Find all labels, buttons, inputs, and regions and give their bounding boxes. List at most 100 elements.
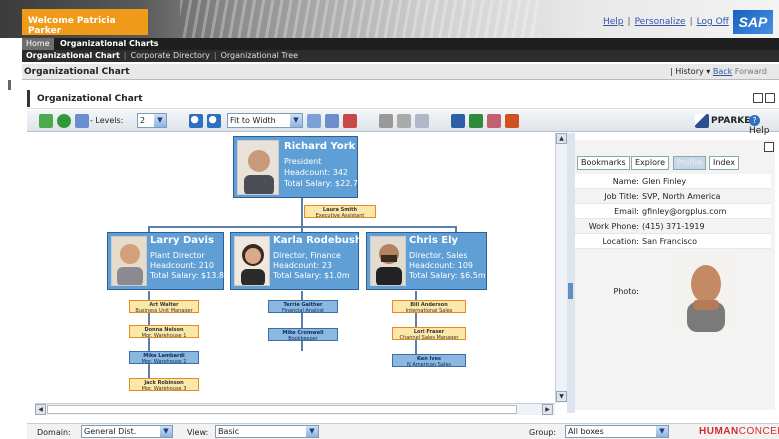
photo-label: Photo: xyxy=(613,287,639,296)
field-label: Location: xyxy=(602,237,639,246)
report-node[interactable]: Bill Anderson International Sales xyxy=(392,300,466,313)
field-label: Work Phone: xyxy=(588,222,639,231)
group-select[interactable]: All boxes ▼ xyxy=(565,425,669,438)
levels-value: 2 xyxy=(140,116,146,125)
chart-toolbar: - Levels: 2 ▼ Fit to Width ▼ PPARKER ? H… xyxy=(27,110,779,136)
org-node-manager[interactable]: Karla Rodebush Director, Finance Headcou… xyxy=(230,232,362,290)
scroll-down-icon[interactable]: ▼ xyxy=(556,391,567,402)
view-label: View: xyxy=(187,428,209,437)
report-node[interactable]: Donna Nelson Mgr. Warehouse 1 xyxy=(129,325,199,338)
zoom-in-icon[interactable] xyxy=(189,114,203,128)
forward-link[interactable]: Forward xyxy=(735,67,767,76)
log-off-link[interactable]: Log Off xyxy=(697,17,729,27)
report-node[interactable]: Art Walter Business Unit Manager xyxy=(129,300,199,313)
pan-icon[interactable] xyxy=(307,114,321,128)
levels-select[interactable]: 2 ▼ xyxy=(137,113,167,128)
export-icon[interactable] xyxy=(415,114,429,128)
stop-icon[interactable] xyxy=(343,114,357,128)
report-node[interactable]: Ken Ives N American Sales xyxy=(392,354,466,367)
view-select[interactable]: Basic ▼ xyxy=(215,425,319,438)
user-icon xyxy=(695,114,709,128)
profile-row-work-phone: Work Phone: (415) 371-1919 xyxy=(575,219,771,234)
help-icon: ? xyxy=(749,115,760,126)
node-title: Director, Finance xyxy=(273,251,341,260)
report-node[interactable]: Mike Lambardi Mgr. Warehouse 2 xyxy=(129,351,199,364)
node-title: President xyxy=(284,157,322,166)
node-headcount: Headcount: 109 xyxy=(409,261,473,270)
minimize-icon[interactable] xyxy=(753,93,763,103)
org-node-manager[interactable]: Chris Ely Director, Sales Headcount: 109… xyxy=(366,232,487,290)
chart-icon[interactable] xyxy=(487,114,501,128)
subnav-corporate-directory[interactable]: Corporate Directory xyxy=(130,51,209,60)
subnav-organizational-tree[interactable]: Organizational Tree xyxy=(221,51,298,60)
personalize-link[interactable]: Personalize xyxy=(635,17,686,27)
horizontal-scrollbar[interactable]: ◀ ▶ xyxy=(35,403,555,415)
top-banner: Welcome Patricia Parker Help | Personalize… xyxy=(0,0,779,38)
panel-splitter[interactable] xyxy=(567,133,575,413)
chevron-down-icon: ▼ xyxy=(160,426,172,437)
close-icon[interactable] xyxy=(764,142,774,152)
field-value: SVP, North America xyxy=(642,192,721,201)
help-button[interactable]: ? Help xyxy=(749,115,779,136)
print-preview-icon[interactable] xyxy=(397,114,411,128)
mini-role: International Sales xyxy=(405,308,453,313)
field-label: Name: xyxy=(612,177,639,186)
scroll-left-icon[interactable]: ◀ xyxy=(35,404,46,415)
view-value: Basic xyxy=(218,427,240,436)
mini-role: Mgr. Warehouse 3 xyxy=(141,386,187,391)
report-node[interactable]: Mike Cromwell Bookkeeper xyxy=(268,328,338,341)
subnav-organizational-chart[interactable]: Organizational Chart xyxy=(26,51,120,60)
mini-role: Mgr. Warehouse 1 xyxy=(141,333,187,338)
history-menu[interactable]: History xyxy=(675,67,703,76)
sub-navigation: Organizational Chart | Corporate Directory… xyxy=(22,50,779,62)
mini-role: Business Unit Manager xyxy=(135,308,193,313)
node-headcount: Headcount: 23 xyxy=(273,261,332,270)
tab-bookmarks[interactable]: Bookmarks xyxy=(577,156,630,170)
zoom-select[interactable]: Fit to Width ▼ xyxy=(227,113,303,128)
mini-role: Financial Analyst xyxy=(281,308,325,313)
save-icon[interactable] xyxy=(451,114,465,128)
scroll-up-icon[interactable]: ▲ xyxy=(556,133,567,144)
help-link[interactable]: Help xyxy=(603,17,624,27)
profile-row-location: Location: San Francisco xyxy=(575,234,771,249)
select-icon[interactable] xyxy=(325,114,339,128)
report-node[interactable]: Terrie Gaither Financial Analyst xyxy=(268,300,338,313)
excel-icon[interactable] xyxy=(469,114,483,128)
org-icon[interactable] xyxy=(39,114,53,128)
tab-explore[interactable]: Explore xyxy=(631,156,670,170)
splitter-grip[interactable] xyxy=(568,283,573,299)
tab-index[interactable]: Index xyxy=(709,156,740,170)
welcome-message: Welcome Patricia Parker xyxy=(22,9,148,36)
chevron-down-icon: ▼ xyxy=(306,426,318,437)
tab-profile[interactable]: Profile xyxy=(673,156,706,170)
tab-organizational-charts[interactable]: Organizational Charts xyxy=(54,38,165,50)
up-level-icon[interactable] xyxy=(57,114,71,128)
scroll-thumb[interactable] xyxy=(47,405,517,414)
powerpoint-icon[interactable] xyxy=(505,114,519,128)
print-icon[interactable] xyxy=(379,114,393,128)
node-headcount: Headcount: 342 xyxy=(284,168,348,177)
zoom-value: Fit to Width xyxy=(230,116,276,125)
mini-role: Executive Assistant xyxy=(315,213,365,218)
node-name: Larry Davis xyxy=(150,235,214,246)
levels-icon[interactable] xyxy=(75,114,89,128)
maximize-icon[interactable] xyxy=(765,93,775,103)
zoom-out-icon[interactable] xyxy=(207,114,221,128)
back-link[interactable]: Back xyxy=(713,67,732,76)
field-value: Glen Finley xyxy=(642,177,687,186)
org-node-top[interactable]: Richard York President Headcount: 342 To… xyxy=(233,136,366,198)
domain-select[interactable]: General Dist. ▼ xyxy=(81,425,173,438)
scroll-right-icon[interactable]: ▶ xyxy=(542,404,553,415)
node-name: Chris Ely xyxy=(409,235,459,246)
report-node[interactable]: Lori Fraser Channel Sales Manager xyxy=(392,327,466,340)
report-node[interactable]: Jack Robinson Mgr. Warehouse 3 xyxy=(129,378,199,391)
panel-accent-bar xyxy=(27,90,30,107)
page-header: Organizational Chart | History ▾ Back Fo… xyxy=(22,64,779,80)
vertical-scrollbar[interactable]: ▲ ▼ xyxy=(555,133,567,403)
avatar xyxy=(237,140,279,195)
tab-home[interactable]: Home xyxy=(22,38,54,50)
field-value[interactable]: gfinley@orgplus.com xyxy=(642,204,726,219)
collapse-handle[interactable] xyxy=(8,80,11,90)
assistant-node[interactable]: Laura Smith Executive Assistant xyxy=(304,205,376,218)
org-node-manager[interactable]: Larry Davis Plant Director Headcount: 21… xyxy=(107,232,232,290)
